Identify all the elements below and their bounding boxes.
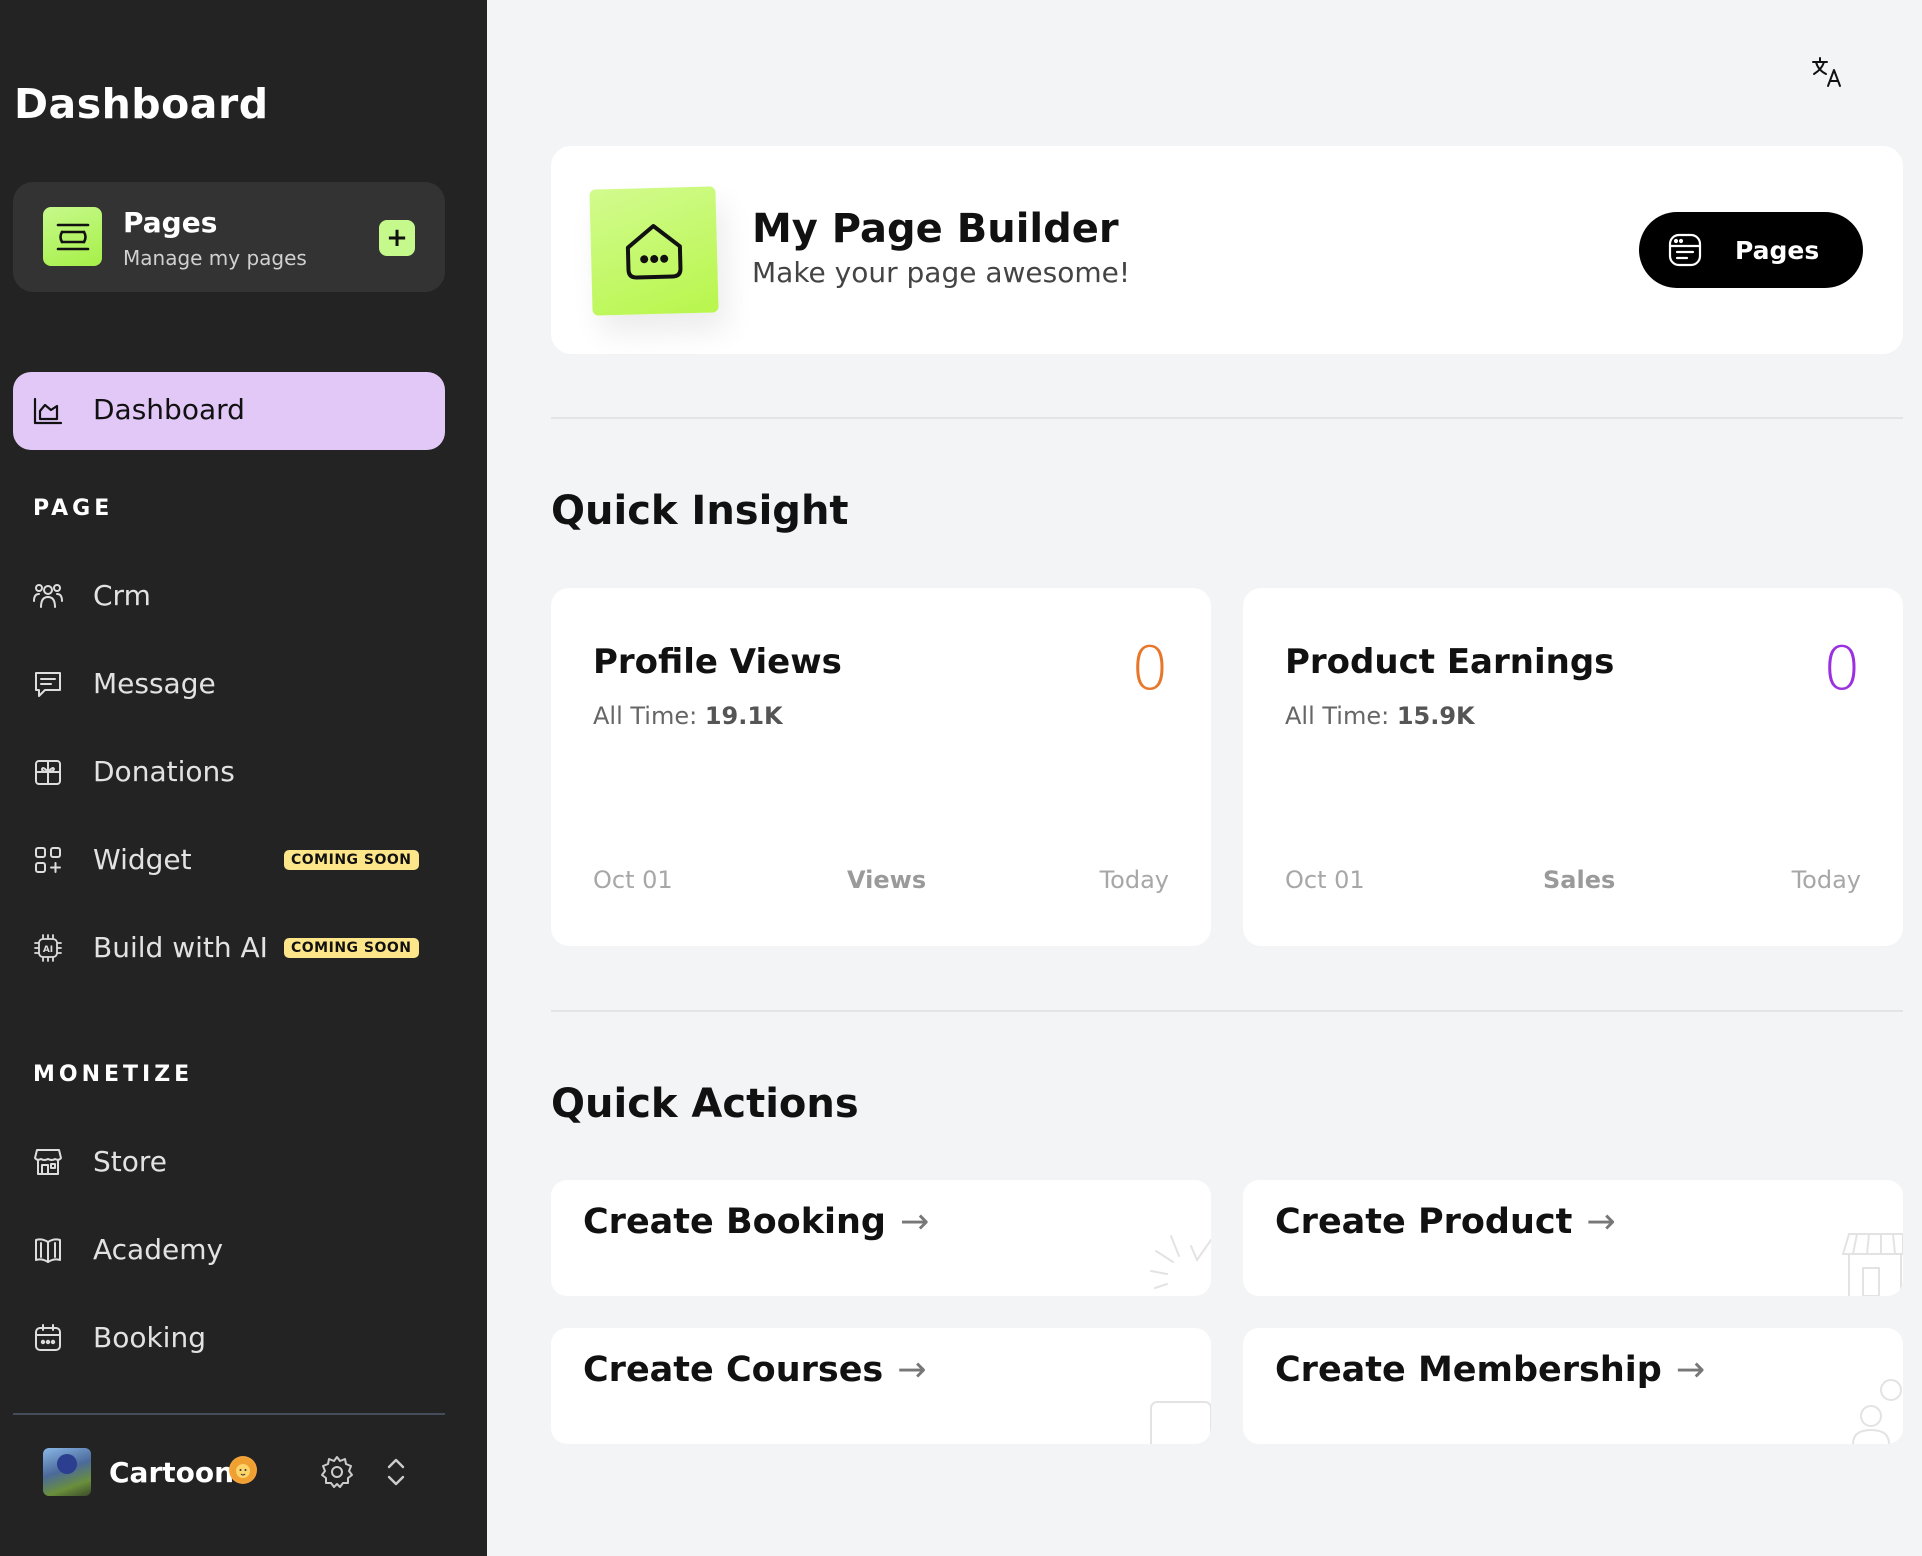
hero-title: My Page Builder (752, 206, 1119, 252)
add-page-button[interactable]: + (379, 220, 415, 256)
book-icon (31, 1233, 65, 1267)
insight-card-profile-views[interactable]: Profile Views All Time: 19.1K 0 Oct 01 V… (551, 588, 1211, 946)
nav-item-dashboard[interactable]: Dashboard (13, 372, 445, 450)
chart-area-icon (31, 394, 65, 428)
pages-card[interactable]: Pages Manage my pages + (13, 182, 445, 292)
video-decor-icon (1150, 1401, 1211, 1444)
settings-gear-icon[interactable] (319, 1454, 355, 1490)
pages-card-subtitle: Manage my pages (123, 246, 307, 270)
pages-card-title: Pages (123, 206, 218, 239)
insight-title: Profile Views (593, 642, 842, 682)
coming-soon-badge: COMING SOON (284, 938, 419, 958)
create-membership-button[interactable]: Create Membership → (1243, 1328, 1903, 1444)
user-row[interactable]: Cartoon (13, 1448, 445, 1504)
divider (551, 1010, 1903, 1012)
nav-item-message[interactable]: Message (13, 654, 445, 714)
ai-chip-icon: AI (31, 931, 65, 965)
insight-card-product-earnings[interactable]: Product Earnings All Time: 15.9K 0 Oct 0… (1243, 588, 1903, 946)
clock-decor-icon (1150, 1235, 1211, 1289)
insight-value: 0 (1130, 634, 1169, 704)
avatar[interactable] (43, 1448, 91, 1496)
all-time-label: All Time: (593, 702, 698, 730)
create-product-button[interactable]: Create Product → (1243, 1180, 1903, 1296)
gift-icon (31, 755, 65, 789)
action-label: Create Booking → (583, 1202, 929, 1242)
nav-item-label: Store (93, 1145, 168, 1178)
arrow-right-icon: → (897, 1350, 927, 1390)
store-decor-icon (1842, 1233, 1903, 1296)
nav-item-donations[interactable]: Donations (13, 742, 445, 802)
action-label-text: Create Courses (583, 1350, 884, 1390)
pages-button[interactable]: Pages (1639, 212, 1863, 288)
home-chat-icon (589, 186, 719, 316)
users-icon (31, 579, 65, 613)
lion-emoji-icon (229, 1456, 257, 1484)
nav-item-label: Widget (93, 843, 192, 876)
range-end-label: Today (1099, 866, 1169, 894)
insight-value: 0 (1822, 634, 1861, 704)
create-courses-button[interactable]: Create Courses → (551, 1328, 1211, 1444)
coming-soon-badge: COMING SOON (284, 850, 419, 870)
sidebar: Dashboard Pages Manage my pages + Dashbo… (0, 0, 487, 1556)
hero-subtitle: Make your page awesome! (752, 256, 1131, 289)
action-label: Create Membership → (1275, 1350, 1705, 1390)
arrow-right-icon: → (1586, 1202, 1616, 1242)
all-time-label: All Time: (1285, 702, 1390, 730)
insight-all-time: All Time: 19.1K (593, 702, 783, 730)
arrow-right-icon: → (1675, 1350, 1706, 1390)
user-name: Cartoon (109, 1456, 235, 1489)
action-label: Create Product → (1275, 1202, 1616, 1242)
translate-icon[interactable] (1810, 54, 1846, 90)
nav-item-build-with-ai[interactable]: AI Build with AI COMING SOON (13, 918, 445, 978)
range-start-label: Oct 01 (1285, 866, 1365, 894)
range-end-label: Today (1791, 866, 1861, 894)
quick-actions-title: Quick Actions (551, 1081, 859, 1127)
metric-label: Sales (1543, 866, 1616, 894)
nav-item-label: Message (93, 667, 216, 700)
message-icon (31, 667, 65, 701)
calendar-icon (31, 1321, 65, 1355)
nav-item-label: Dashboard (93, 393, 245, 426)
nav-item-booking[interactable]: Booking (13, 1308, 445, 1368)
nav-item-label: Booking (93, 1321, 206, 1354)
create-booking-button[interactable]: Create Booking → (551, 1180, 1211, 1296)
nav-item-label: Crm (93, 579, 151, 612)
divider (551, 417, 1903, 419)
nav-item-label: Academy (93, 1233, 224, 1266)
section-label-page: PAGE (33, 496, 114, 521)
nav-item-label: Donations (93, 755, 235, 788)
action-label-text: Create Product (1275, 1202, 1573, 1242)
page-builder-card: My Page Builder Make your page awesome! … (551, 146, 1903, 354)
store-icon (31, 1145, 65, 1179)
action-label: Create Courses → (583, 1350, 927, 1390)
nav-item-widget[interactable]: Widget COMING SOON (13, 830, 445, 890)
arrow-right-icon: → (899, 1202, 930, 1242)
browser-icon (1668, 233, 1702, 267)
action-label-text: Create Membership (1275, 1350, 1662, 1390)
section-label-monetize: MONETIZE (33, 1062, 194, 1087)
insight-title: Product Earnings (1285, 642, 1615, 682)
all-time-value: 19.1K (704, 702, 783, 730)
range-start-label: Oct 01 (593, 866, 673, 894)
sidebar-title: Dashboard (14, 80, 269, 128)
metric-label: Views (847, 866, 927, 894)
nav-item-store[interactable]: Store (13, 1132, 445, 1192)
nav-item-label: Build with AI (93, 931, 268, 964)
pages-layout-icon (43, 207, 102, 266)
insight-all-time: All Time: 15.9K (1285, 702, 1475, 730)
chevron-up-down-icon[interactable] (381, 1452, 411, 1492)
nav-item-academy[interactable]: Academy (13, 1220, 445, 1280)
all-time-value: 15.9K (1396, 702, 1475, 730)
action-label-text: Create Booking (583, 1202, 886, 1242)
pages-button-label: Pages (1735, 236, 1820, 265)
users-decor-icon (1852, 1379, 1902, 1444)
sidebar-divider (13, 1413, 445, 1415)
nav-item-crm[interactable]: Crm (13, 566, 445, 626)
svg-text:AI: AI (43, 945, 53, 955)
widget-icon (31, 843, 65, 877)
quick-insight-title: Quick Insight (551, 488, 849, 534)
